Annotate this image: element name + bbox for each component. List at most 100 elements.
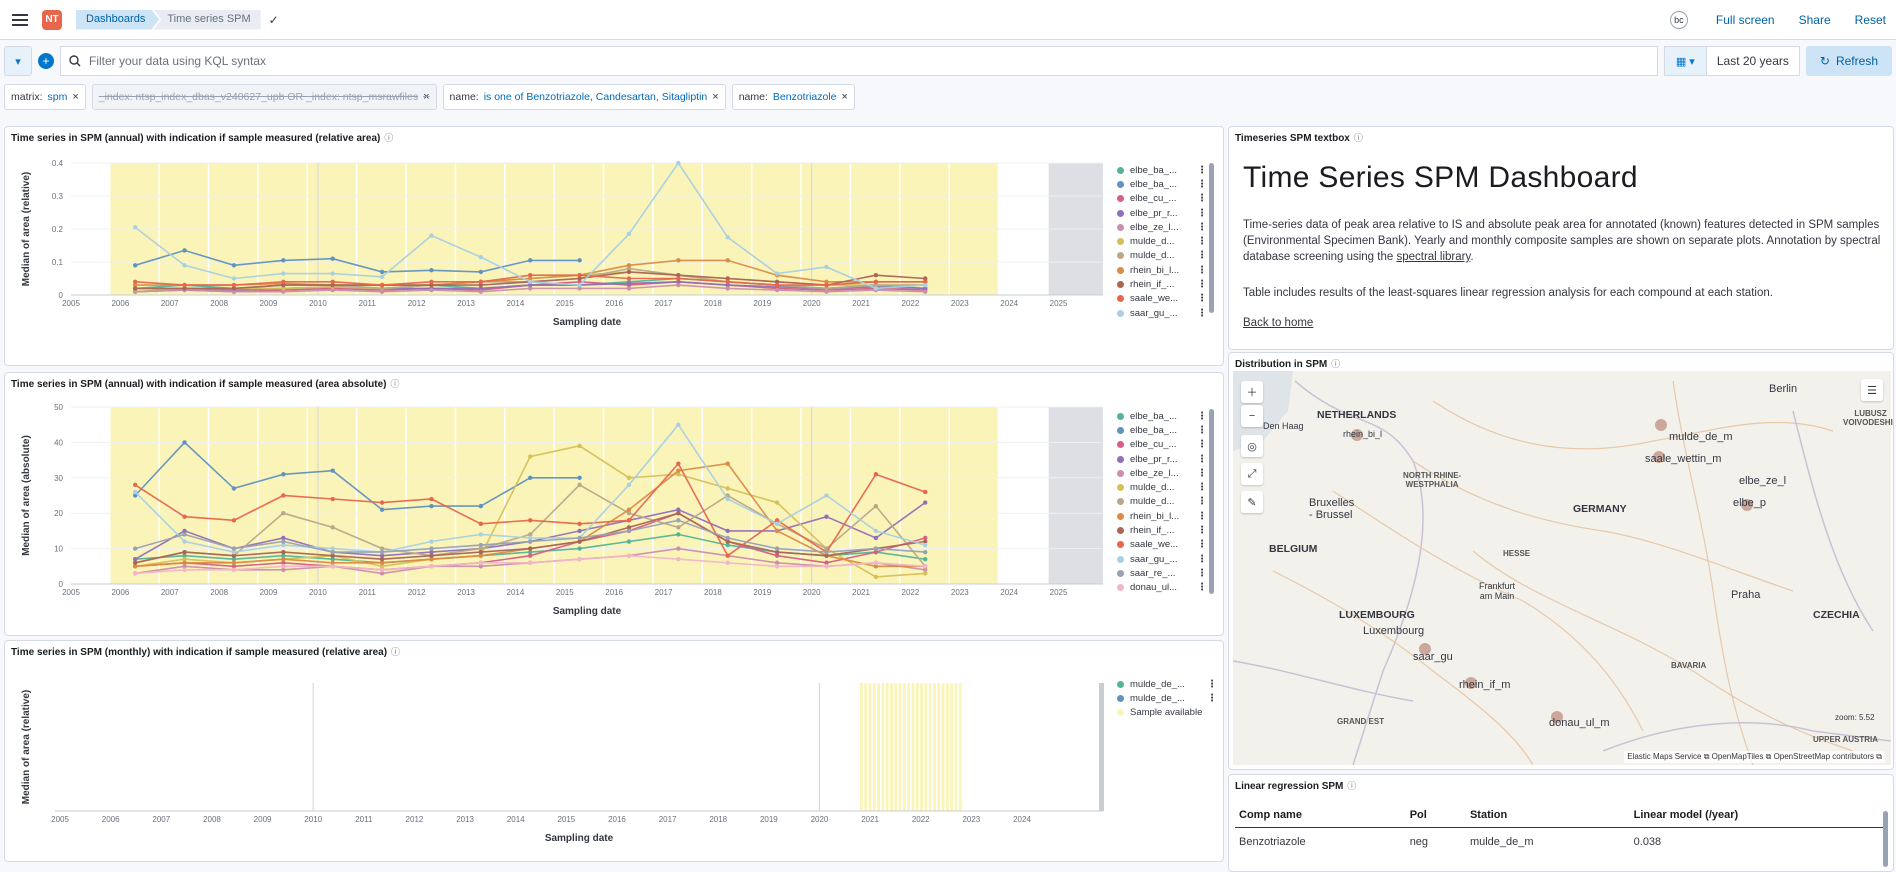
legend-item[interactable]: mulde_d... ⋮	[1117, 234, 1207, 248]
breadcrumb-dashboards[interactable]: Dashboards	[76, 10, 159, 30]
add-filter-button[interactable]: +	[38, 53, 54, 69]
legend-options-icon[interactable]: ⋮	[1197, 193, 1207, 204]
legend-item[interactable]: elbe_ba_... ⋮	[1117, 409, 1207, 423]
filter-pill-name[interactable]: name: Benzotriazole ×	[731, 84, 855, 110]
legend-item[interactable]: elbe_pr_r... ⋮	[1117, 452, 1207, 466]
full-screen-link[interactable]: Full screen	[1716, 13, 1775, 27]
legend-item[interactable]: mulde_d... ⋮	[1117, 495, 1207, 509]
attribution-osm[interactable]: OpenStreetMap contributors	[1774, 752, 1875, 761]
column-header[interactable]: Comp name	[1235, 803, 1406, 828]
zoom-in-button[interactable]: ＋	[1241, 381, 1263, 403]
legend-options-icon[interactable]: ⋮	[1207, 679, 1217, 690]
attribution-omt[interactable]: OpenMapTiles	[1712, 752, 1764, 761]
legend-item[interactable]: mulde_de_... ⋮	[1117, 677, 1217, 691]
map-canvas[interactable]: ＋ − ◎ ⤢ ✎ ☰ NETHERLANDS Den Haag BELGIUM…	[1233, 371, 1893, 765]
close-icon[interactable]: ×	[712, 91, 718, 103]
legend-item[interactable]: elbe_ba_... ⋮	[1117, 177, 1207, 191]
legend-options-icon[interactable]: ⋮	[1197, 582, 1207, 593]
legend-item[interactable]: saale_we... ⋮	[1117, 292, 1207, 306]
legend-item[interactable]: mulde_d... ⋮	[1117, 480, 1207, 494]
legend-options-icon[interactable]: ⋮	[1197, 308, 1207, 319]
legend-item[interactable]: mulde_d... ⋮	[1117, 249, 1207, 263]
legend-item[interactable]: saar_gu_... ⋮	[1117, 552, 1207, 566]
user-avatar[interactable]: bc	[1669, 10, 1688, 29]
legend-options-icon[interactable]: ⋮	[1197, 425, 1207, 436]
filter-pill-index[interactable]: _index: ntsp_index_dbas_v240627_upb OR _…	[91, 84, 437, 110]
date-picker[interactable]: ▦ ▾ Last 20 years	[1663, 46, 1800, 76]
share-link[interactable]: Share	[1799, 13, 1831, 27]
legend-scrollbar[interactable]	[1209, 409, 1214, 594]
close-icon[interactable]: ×	[72, 91, 78, 103]
legend-options-icon[interactable]: ⋮	[1197, 236, 1207, 247]
column-header[interactable]: Linear model (/year)	[1629, 803, 1887, 828]
filter-pill-matrix[interactable]: matrix: spm ×	[4, 84, 86, 110]
calendar-icon[interactable]: ▦ ▾	[1664, 47, 1707, 75]
filter-menu-button[interactable]: ▾	[4, 46, 32, 76]
spectral-library-link[interactable]: spectral library	[1396, 251, 1470, 263]
legend-item[interactable]: rhein_if_... ⋮	[1117, 277, 1207, 291]
legend-item[interactable]: saale_we... ⋮	[1117, 538, 1207, 552]
legend-options-icon[interactable]: ⋮	[1197, 539, 1207, 550]
info-icon[interactable]: ⓘ	[384, 133, 393, 143]
legend-options-icon[interactable]: ⋮	[1197, 454, 1207, 465]
legend-item[interactable]: elbe_ba_... ⋮	[1117, 423, 1207, 437]
legend-item[interactable]: elbe_ze_l... ⋮	[1117, 220, 1207, 234]
menu-icon[interactable]	[0, 0, 40, 40]
column-header[interactable]: Station	[1465, 803, 1630, 828]
legend-options-icon[interactable]: ⋮	[1197, 525, 1207, 536]
legend-item[interactable]: rhein_bi_l... ⋮	[1117, 263, 1207, 277]
fit-bounds-icon[interactable]: ⤢	[1241, 463, 1263, 485]
layer-control-icon[interactable]: ☰	[1861, 379, 1883, 401]
zoom-out-button[interactable]: −	[1241, 405, 1263, 427]
attribution-ems[interactable]: Elastic Maps Service	[1627, 752, 1701, 761]
legend-options-icon[interactable]: ⋮	[1197, 293, 1207, 304]
legend-options-icon[interactable]: ⋮	[1197, 511, 1207, 522]
legend-item[interactable]: mulde_de_... ⋮	[1117, 691, 1217, 705]
legend-options-icon[interactable]: ⋮	[1197, 279, 1207, 290]
legend-options-icon[interactable]: ⋮	[1197, 250, 1207, 261]
legend-item[interactable]: rhein_bi_l... ⋮	[1117, 509, 1207, 523]
legend-options-icon[interactable]: ⋮	[1197, 554, 1207, 565]
legend-options-icon[interactable]: ⋮	[1197, 568, 1207, 579]
info-icon[interactable]: ⓘ	[391, 647, 400, 657]
reset-link[interactable]: Reset	[1855, 13, 1886, 27]
legend-options-icon[interactable]: ⋮	[1197, 411, 1207, 422]
legend-item[interactable]: saar_gu_... ⋮	[1117, 306, 1207, 320]
legend-options-icon[interactable]: ⋮	[1197, 222, 1207, 233]
kql-search-input[interactable]: Filter your data using KQL syntax	[60, 46, 1658, 76]
filter-pill-name-list[interactable]: name: is one of Benzotriazole, Candesarta…	[442, 84, 726, 110]
legend-options-icon[interactable]: ⋮	[1197, 165, 1207, 176]
legend-item[interactable]: rhein_if_... ⋮	[1117, 523, 1207, 537]
legend-item[interactable]: elbe_ba_... ⋮	[1117, 163, 1207, 177]
refresh-button[interactable]: ↻ Refresh	[1805, 46, 1892, 76]
legend-item[interactable]: elbe_pr_r... ⋮	[1117, 206, 1207, 220]
legend-item[interactable]: donau_ul... ⋮	[1117, 581, 1207, 595]
legend-options-icon[interactable]: ⋮	[1207, 693, 1217, 704]
info-icon[interactable]: ⓘ	[1331, 359, 1340, 369]
table-scrollbar[interactable]	[1883, 811, 1888, 867]
legend-item[interactable]: elbe_cu_... ⋮	[1117, 192, 1207, 206]
legend-options-icon[interactable]: ⋮	[1197, 265, 1207, 276]
legend-item[interactable]: elbe_ze_l... ⋮	[1117, 466, 1207, 480]
legend-item[interactable]: saar_re_... ⋮	[1117, 566, 1207, 580]
legend-options-icon[interactable]: ⋮	[1197, 496, 1207, 507]
space-avatar[interactable]: NT	[42, 9, 62, 30]
time-range[interactable]: Last 20 years	[1707, 54, 1799, 68]
locate-icon[interactable]: ◎	[1241, 435, 1263, 457]
info-icon[interactable]: ⓘ	[1347, 781, 1356, 791]
station-dot[interactable]	[1655, 419, 1667, 431]
draw-tool-icon[interactable]: ✎	[1241, 491, 1263, 513]
legend-scrollbar[interactable]	[1209, 163, 1214, 313]
legend-options-icon[interactable]: ⋮	[1197, 468, 1207, 479]
close-icon[interactable]: ×	[842, 91, 848, 103]
legend-item[interactable]: elbe_cu_... ⋮	[1117, 438, 1207, 452]
legend-options-icon[interactable]: ⋮	[1197, 482, 1207, 493]
info-icon[interactable]: ⓘ	[390, 379, 399, 389]
legend-item[interactable]: Sample available	[1117, 706, 1217, 720]
info-icon[interactable]: ⓘ	[1354, 133, 1363, 143]
back-to-home-link[interactable]: Back to home	[1243, 315, 1893, 331]
close-icon[interactable]: ×	[423, 91, 429, 103]
legend-options-icon[interactable]: ⋮	[1197, 179, 1207, 190]
column-header[interactable]: Pol	[1405, 803, 1466, 828]
legend-options-icon[interactable]: ⋮	[1197, 439, 1207, 450]
